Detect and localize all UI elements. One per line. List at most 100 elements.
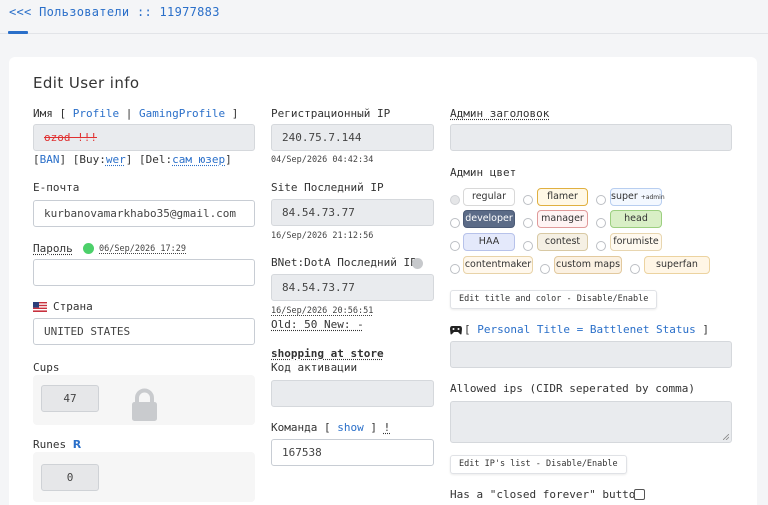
- radio-regular[interactable]: [450, 195, 460, 205]
- color-chip-manager[interactable]: manager: [537, 210, 588, 228]
- color-chip-haa[interactable]: HAA: [463, 233, 515, 251]
- site-ip-input[interactable]: 84.54.73.77: [271, 199, 434, 226]
- back-link[interactable]: <<<: [9, 5, 32, 19]
- users-link[interactable]: Пользователи: [39, 5, 129, 19]
- pipe: |: [125, 107, 133, 120]
- email-label: E-почта: [33, 181, 80, 194]
- site-ip-date: 16/Sep/2026 21:12:56: [271, 231, 374, 241]
- color-chip-head[interactable]: head: [610, 210, 662, 228]
- edit-ips-toggle-button[interactable]: Edit IP's list - Disable/Enable: [450, 455, 627, 474]
- bracket: [: [464, 323, 471, 336]
- us-flag-icon: [33, 302, 47, 312]
- allowed-ips-label: Allowed ips (CIDR seperated by comma): [450, 382, 696, 395]
- team-label-row: Команда [ show ] !: [271, 421, 390, 434]
- name-actions: [BAN] [Buy:wer] [Del:сам юзер]: [33, 153, 232, 166]
- password-date: 06/Sep/2026 17:29: [99, 244, 186, 254]
- buy-link[interactable]: wer: [106, 153, 126, 166]
- runes-value[interactable]: 0: [41, 464, 99, 491]
- runes-label: Runes: [33, 438, 67, 451]
- color-chip-contentmaker[interactable]: contentmaker: [463, 256, 533, 274]
- name-label: Имя: [33, 107, 53, 120]
- site-ip-label: Site Последний IP: [271, 181, 384, 194]
- password-label: Пароль: [33, 242, 73, 255]
- old-new-values: Old: 50 New: -: [271, 318, 364, 331]
- name-label-row: Имя [ Profile | GamingProfile ]: [33, 107, 238, 120]
- allowed-ips-textarea[interactable]: [450, 401, 732, 443]
- color-chip-custom-maps[interactable]: custom maps: [554, 256, 622, 274]
- radio-contentmaker[interactable]: [450, 264, 460, 274]
- radio-developer[interactable]: [450, 218, 460, 228]
- bracket: [: [59, 107, 67, 120]
- color-chip-super[interactable]: super +admin: [610, 188, 665, 206]
- bracket: ]: [231, 107, 239, 120]
- radio-custom-maps[interactable]: [540, 264, 550, 274]
- personal-title-link[interactable]: Personal Title = Battlenet Status: [477, 323, 696, 336]
- country-label: Страна: [53, 300, 93, 313]
- bnet-ip-label: BNet:DotA Последний IP: [271, 256, 417, 269]
- radio-superfan[interactable]: [630, 264, 640, 274]
- breadcrumb: <<< Пользователи :: 11977883: [9, 5, 220, 19]
- color-chip-contest[interactable]: contest: [537, 233, 588, 251]
- admin-color-label: Админ цвет: [450, 166, 517, 179]
- bnet-ip-date: 16/Sep/2026 20:56:51: [271, 306, 374, 316]
- bnet-ip-input[interactable]: 84.54.73.77: [271, 274, 434, 301]
- super-sub-label: +admin: [640, 194, 665, 201]
- radio-head[interactable]: [596, 218, 606, 228]
- activation-label: Код активации: [271, 361, 358, 374]
- country-input[interactable]: UNITED STATES: [33, 318, 255, 345]
- closed-forever-label: Has a "closed forever" button: [450, 488, 643, 501]
- buy-label: Buy:: [79, 153, 106, 166]
- bnet-status-dot: [412, 258, 423, 269]
- radio-contest[interactable]: [523, 241, 533, 251]
- del-label: Del:: [145, 153, 173, 166]
- super-label: super: [611, 191, 638, 202]
- closed-forever-checkbox[interactable]: [634, 489, 645, 500]
- cups-value[interactable]: 47: [41, 385, 99, 412]
- breadcrumb-separator: ::: [136, 5, 152, 19]
- color-chip-superfan[interactable]: superfan: [644, 256, 710, 274]
- reg-ip-date: 04/Sep/2026 04:42:34: [271, 155, 374, 165]
- gamepad-icon: [450, 326, 462, 335]
- color-chip-flamer[interactable]: flamer: [537, 188, 588, 206]
- online-status-dot: [83, 243, 94, 254]
- delete-user-link[interactable]: сам юзер: [172, 153, 225, 166]
- name-input[interactable]: ozod !!!: [33, 124, 255, 151]
- color-chip-regular[interactable]: regular: [463, 188, 515, 206]
- user-id: 11977883: [159, 5, 220, 19]
- radio-flamer[interactable]: [523, 195, 533, 205]
- top-bar: <<< Пользователи :: 11977883: [0, 0, 768, 34]
- active-tab-indicator: [8, 31, 28, 34]
- radio-forumiste[interactable]: [596, 241, 606, 251]
- gaming-profile-link[interactable]: GamingProfile: [139, 107, 225, 120]
- personal-title-row: [ Personal Title = Battlenet Status ]: [464, 323, 709, 336]
- admin-header-label: Админ заголовок: [450, 107, 550, 120]
- bracket: ]: [370, 421, 377, 434]
- email-input[interactable]: kurbanovamarkhabo35@gmail.com: [33, 200, 255, 227]
- team-input[interactable]: 167538: [271, 439, 434, 466]
- ban-link[interactable]: BAN: [40, 153, 60, 166]
- radio-manager[interactable]: [523, 218, 533, 228]
- bracket: ]: [702, 323, 710, 336]
- password-input[interactable]: [33, 259, 255, 286]
- team-label: Команда: [271, 421, 318, 434]
- runes-label-row: Runes R: [33, 438, 81, 451]
- activation-input[interactable]: [271, 380, 434, 407]
- color-chip-forumiste[interactable]: forumiste: [610, 233, 662, 251]
- shopping-link[interactable]: shopping at store: [271, 347, 384, 360]
- edit-title-color-toggle-button[interactable]: Edit title and color - Disable/Enable: [450, 290, 658, 309]
- personal-title-input[interactable]: [450, 341, 732, 368]
- name-value: ozod !!!: [44, 131, 97, 144]
- profile-link[interactable]: Profile: [73, 107, 119, 120]
- show-team-link[interactable]: show: [337, 421, 364, 434]
- admin-header-input[interactable]: [450, 124, 732, 151]
- cups-label: Cups: [33, 361, 60, 374]
- team-alert-link[interactable]: !: [384, 421, 391, 434]
- color-chip-developer[interactable]: developer: [463, 210, 515, 228]
- resize-handle-icon[interactable]: [723, 434, 729, 440]
- rune-icon: R: [72, 438, 82, 451]
- reg-ip-input[interactable]: 240.75.7.144: [271, 124, 434, 151]
- reg-ip-label: Регистрационный IP: [271, 107, 391, 120]
- radio-super[interactable]: [596, 195, 606, 205]
- page-title: Edit User info: [33, 74, 140, 92]
- radio-haa[interactable]: [450, 241, 460, 251]
